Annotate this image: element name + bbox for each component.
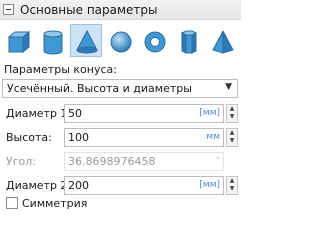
diameter1-stepper[interactable]: ▲ ▼ xyxy=(226,104,238,123)
diameter2-field[interactable]: 200 [мм] xyxy=(64,176,224,195)
diameter2-stepper[interactable]: ▲ ▼ xyxy=(226,176,238,195)
section-header[interactable]: Основные параметры xyxy=(0,0,241,20)
height-label: Высота: xyxy=(6,131,52,144)
shape-selector xyxy=(0,22,241,58)
cone-icon xyxy=(76,29,98,54)
height-value: 100 xyxy=(68,131,89,144)
height-field[interactable]: 100 мм xyxy=(64,128,224,147)
diameter1-value: 50 xyxy=(68,107,82,120)
prism-icon xyxy=(180,30,198,54)
angle-field: 36.8698976458 ° xyxy=(64,152,224,171)
shape-cylinder-button[interactable] xyxy=(36,24,68,57)
angle-value: 36.8698976458 xyxy=(68,155,156,168)
shape-sphere-button[interactable] xyxy=(104,24,136,57)
collapse-icon[interactable] xyxy=(3,4,14,15)
sphere-icon xyxy=(110,31,132,53)
angle-label: Угол: xyxy=(6,155,36,168)
angle-unit: ° xyxy=(215,156,221,166)
stepper-down-icon[interactable]: ▼ xyxy=(228,185,236,193)
shape-pyramid-button[interactable] xyxy=(206,24,238,57)
stepper-down-icon[interactable]: ▼ xyxy=(228,137,236,145)
cone-mode-value: Усечённый. Высота и диаметры xyxy=(7,82,192,95)
diameter2-unit: [мм] xyxy=(199,180,220,190)
stepper-up-icon[interactable]: ▲ xyxy=(228,105,236,113)
cone-mode-select[interactable]: Усечённый. Высота и диаметры ▼ xyxy=(2,79,238,98)
torus-icon xyxy=(144,31,166,53)
stepper-up-icon[interactable]: ▲ xyxy=(228,177,236,185)
box-icon xyxy=(7,30,31,54)
diameter1-unit: [мм] xyxy=(199,108,220,118)
height-unit: мм xyxy=(206,132,220,142)
shape-cone-button[interactable] xyxy=(70,24,102,57)
cylinder-icon xyxy=(43,30,63,55)
shape-box-button[interactable] xyxy=(2,24,34,57)
section-title: Основные параметры xyxy=(20,3,158,17)
stepper-down-icon[interactable]: ▼ xyxy=(228,113,236,121)
stepper-up-icon[interactable]: ▲ xyxy=(228,129,236,137)
chevron-down-icon[interactable]: ▼ xyxy=(225,82,232,92)
diameter2-label: Диаметр 2: xyxy=(6,179,72,192)
diameter1-field[interactable]: 50 [мм] xyxy=(64,104,224,123)
diameter1-label: Диаметр 1: xyxy=(6,107,72,120)
height-stepper[interactable]: ▲ ▼ xyxy=(226,128,238,147)
pyramid-icon xyxy=(212,30,234,54)
shape-torus-button[interactable] xyxy=(138,24,170,57)
symmetry-checkbox[interactable] xyxy=(6,197,18,209)
cone-params-label: Параметры конуса: xyxy=(4,63,117,76)
symmetry-label[interactable]: Симметрия xyxy=(22,197,87,210)
diameter2-value: 200 xyxy=(68,179,89,192)
shape-prism-button[interactable] xyxy=(172,24,204,57)
